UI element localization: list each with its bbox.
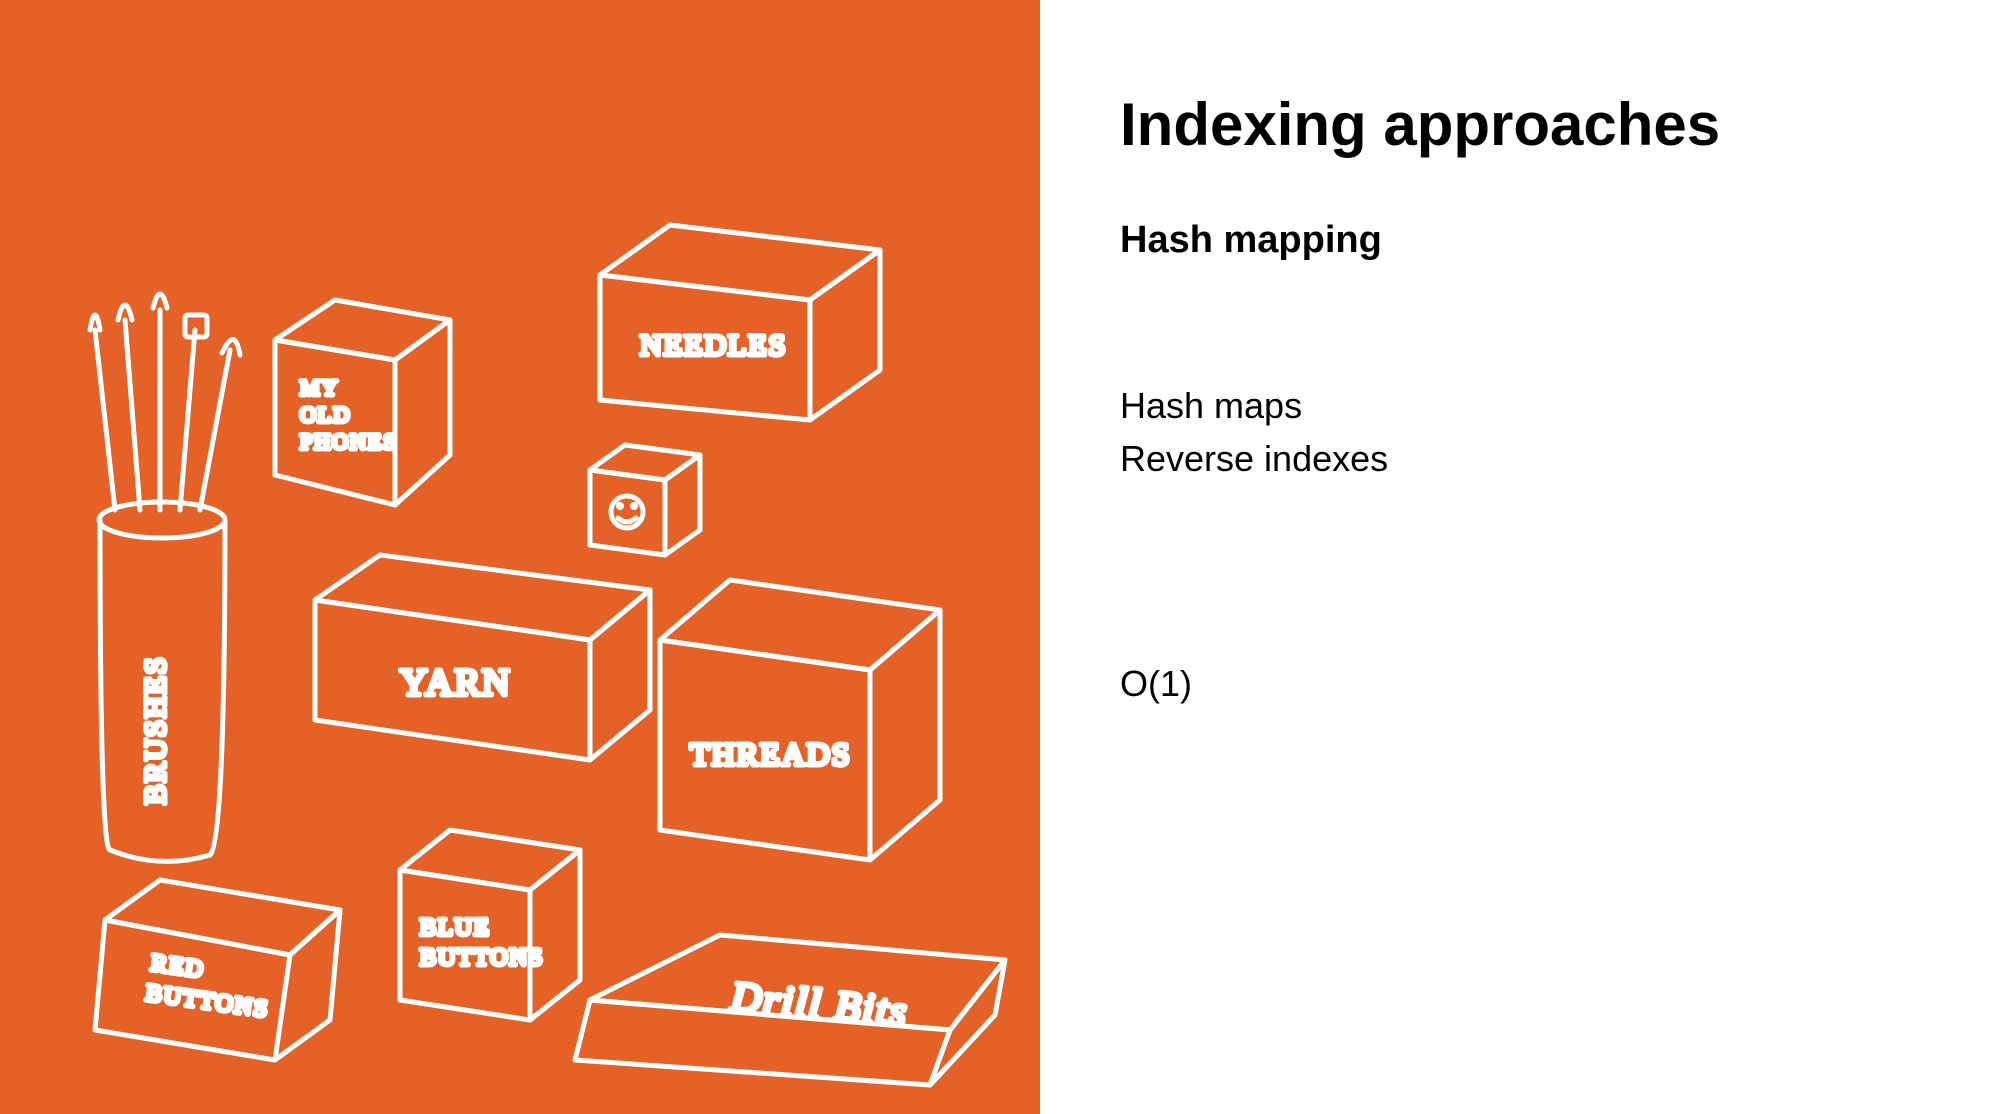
blue-buttons-label-l2: BUTTONS [420,945,544,971]
brushes-label: BRUSHES [139,655,172,804]
needles-box [600,225,880,420]
body-line-1: Hash maps [1120,382,1939,431]
smiley-box [590,445,700,555]
boxes-illustration: BRUSHES MY OLD PHONES NEEDLES [0,0,1040,1114]
body-line-2: Reverse indexes [1120,435,1939,484]
my-old-phones-label-l2: OLD [300,402,351,427]
my-old-phones-label-l1: MY [300,375,339,400]
drill-bits-label: Drill Bits [728,974,910,1035]
red-buttons-box [95,880,340,1060]
blue-buttons-label-l1: BLUE [420,915,491,941]
slide-title: Indexing approaches [1120,90,1939,159]
yarn-label: YARN [400,662,511,704]
threads-box [660,580,940,860]
content-panel: Indexing approaches Hash mapping Hash ma… [1040,0,1999,1114]
my-old-phones-label-l3: PHONES [300,429,398,454]
threads-label: THREADS [690,736,852,772]
complexity-note: O(1) [1120,663,1939,705]
needles-label: NEEDLES [640,329,787,362]
illustration-panel: BRUSHES MY OLD PHONES NEEDLES [0,0,1040,1114]
yarn-box [315,555,650,760]
slide-body: Hash maps Reverse indexes [1120,382,1939,483]
slide-subtitle: Hash mapping [1120,219,1939,262]
red-buttons-label-l1: RED [149,950,206,983]
red-buttons-label-l2: BUTTONS [144,980,271,1023]
